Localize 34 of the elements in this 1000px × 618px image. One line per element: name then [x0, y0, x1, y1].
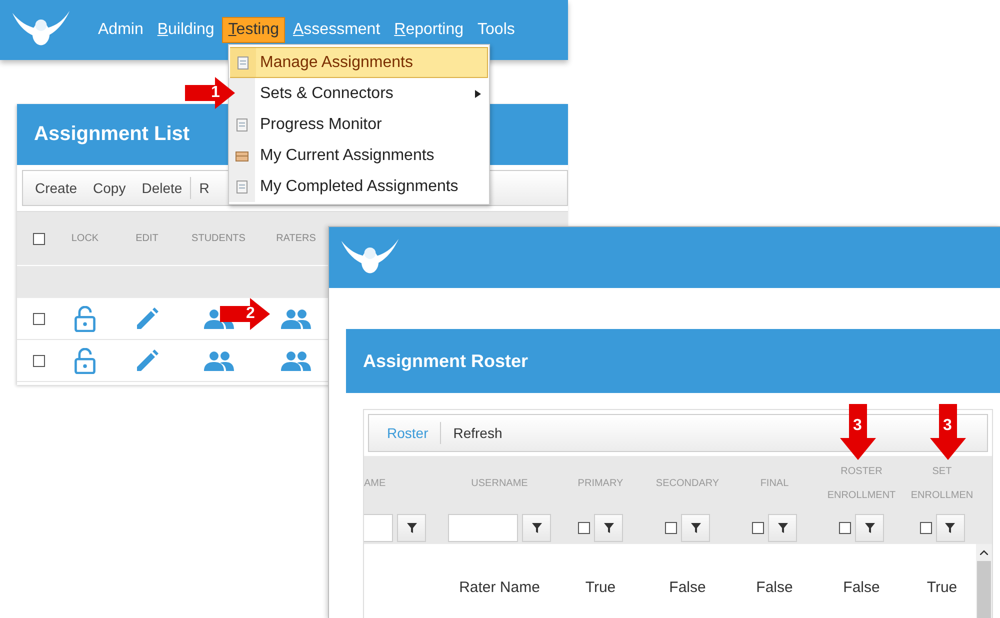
step-callout-arrow: 3: [840, 404, 876, 460]
column-header: AME: [364, 477, 386, 491]
column-header: FINAL: [760, 477, 789, 491]
toolbar-button[interactable]: Refresh: [441, 421, 514, 445]
toolbar-button[interactable]: R: [191, 176, 218, 200]
menu-item[interactable]: My Completed Assignments: [255, 171, 488, 202]
table-cell: False: [669, 578, 706, 596]
step-callout-arrow: 3: [930, 404, 966, 460]
table-cell: True: [585, 578, 616, 596]
column-header: ROSTER ENROLLMENT: [826, 465, 897, 503]
column-header: SECONDARY: [656, 477, 720, 491]
menu-item[interactable]: Progress Monitor: [255, 109, 488, 140]
column-header: STUDENTS: [190, 233, 246, 244]
step-callout-arrow: 1: [185, 77, 235, 109]
column-header: EDIT: [134, 233, 160, 244]
nav-menu-item[interactable]: Testing: [222, 17, 285, 43]
table-cell: True: [926, 578, 958, 596]
column-header: PRIMARY: [578, 477, 624, 491]
panel-title: Assignment List: [34, 123, 190, 146]
menu-item[interactable]: Manage Assignments: [230, 47, 488, 78]
toolbar-button[interactable]: Create: [27, 176, 86, 200]
table-cell: False: [843, 578, 880, 596]
column-header: SET ENROLLMEN: [910, 465, 974, 503]
menu-item[interactable]: My Current Assignments: [255, 140, 488, 171]
panel-title: Assignment Roster: [363, 350, 528, 372]
table-cell: Rater Name: [459, 578, 540, 596]
toolbar-button[interactable]: Copy: [85, 176, 134, 200]
table-cell: False: [756, 578, 793, 596]
column-header: USERNAME: [471, 477, 528, 491]
step-callout-arrow: 2: [220, 298, 270, 330]
toolbar-button[interactable]: Delete: [134, 176, 190, 200]
column-header: RATERS: [275, 233, 317, 244]
column-header: LOCK: [70, 233, 100, 244]
menu-item[interactable]: Sets & Connectors: [255, 78, 488, 109]
